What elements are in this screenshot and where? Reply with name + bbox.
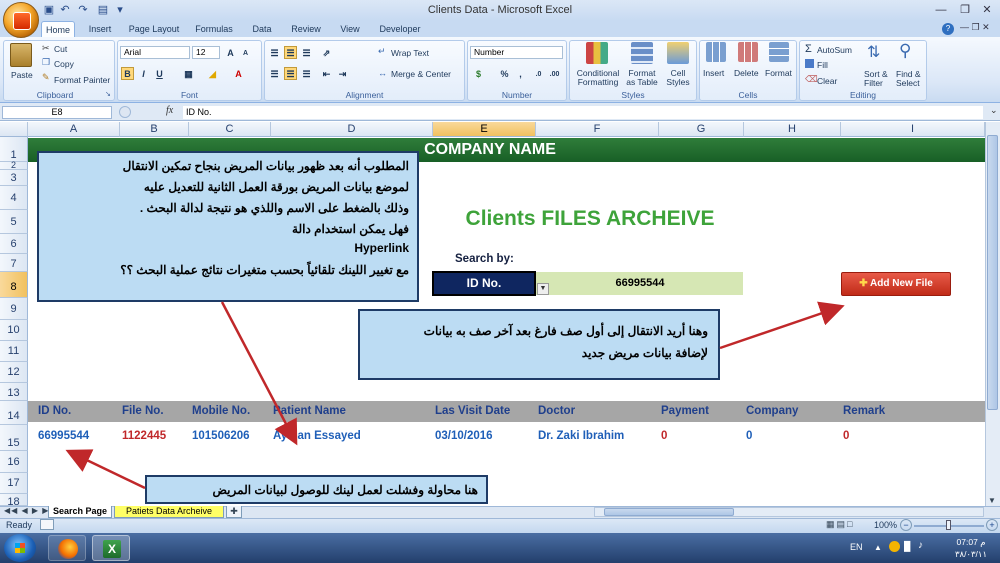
excel-icon: X: [103, 540, 121, 558]
sheet-tab-patients-data[interactable]: Patiets Data Archeive: [114, 506, 224, 518]
annotation-arrows: [65, 301, 845, 490]
taskbar-firefox[interactable]: [48, 535, 86, 561]
sheet-tab-search-page[interactable]: Search Page: [48, 506, 112, 518]
macro-record-icon[interactable]: [40, 519, 54, 530]
zoom-slider-handle[interactable]: [946, 520, 951, 530]
arrow-to-add-button: [719, 301, 845, 350]
zoom-level[interactable]: 100%: [874, 520, 897, 530]
status-ready: Ready: [6, 520, 33, 530]
show-hidden-icons[interactable]: ▲: [874, 543, 882, 552]
zoom-in-icon[interactable]: +: [986, 519, 998, 531]
zoom-out-icon[interactable]: −: [900, 519, 912, 531]
office-button[interactable]: [3, 2, 39, 38]
arrow-to-id-cell: [65, 449, 146, 490]
view-buttons[interactable]: ▦▤□: [826, 519, 854, 530]
taskbar-excel[interactable]: X: [92, 535, 130, 561]
tray-app-icon[interactable]: [889, 541, 900, 552]
insert-sheet-icon[interactable]: ✚: [226, 506, 242, 518]
windows-logo-icon: [15, 543, 25, 553]
excel-window: ▣ ↶ ↷ ▤ ▾ Clients Data - Microsoft Excel…: [0, 0, 1000, 563]
volume-icon[interactable]: ♪: [918, 540, 923, 551]
clock-date[interactable]: ٣٨/٠٣/١١: [946, 549, 996, 560]
office-logo-icon: [13, 12, 31, 30]
firefox-icon: [58, 539, 78, 559]
start-button[interactable]: [4, 534, 36, 562]
arrow-to-patient-name: [220, 301, 298, 446]
clock-time[interactable]: 07:07 م: [946, 537, 996, 548]
horizontal-scrollbar-thumb[interactable]: [604, 508, 734, 516]
language-indicator[interactable]: EN: [850, 542, 863, 552]
network-icon[interactable]: █: [904, 541, 910, 551]
